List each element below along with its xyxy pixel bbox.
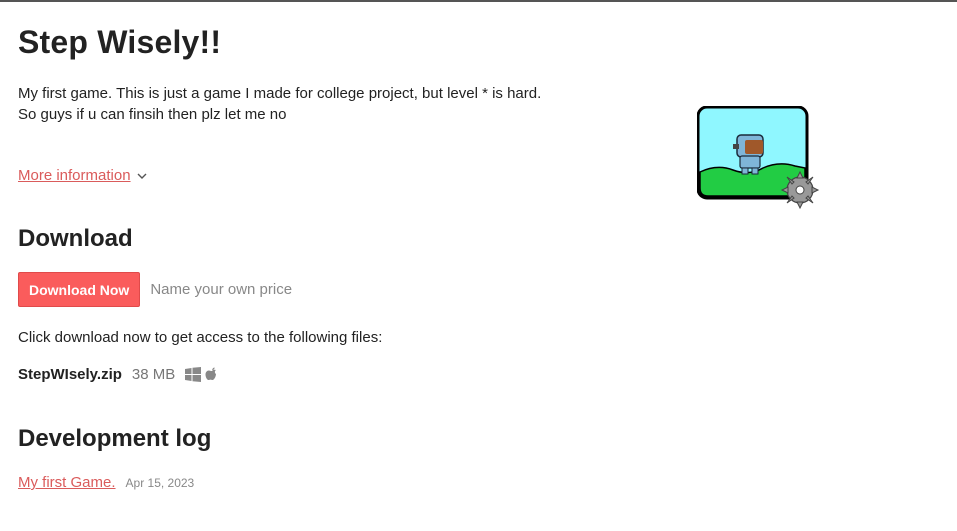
platform-icons <box>185 367 219 383</box>
apple-icon <box>205 367 217 380</box>
devlog-heading: Development log <box>18 425 212 452</box>
files-intro: Click download now to get access to the … <box>18 329 383 346</box>
more-information-label: More information <box>18 167 131 184</box>
windows-icon <box>185 367 202 382</box>
chevron-down-icon <box>137 173 147 179</box>
download-heading: Download <box>18 225 133 252</box>
file-size: 38 MB <box>131 366 176 383</box>
description-line-1: My first game. This is just a game I mad… <box>18 85 542 102</box>
devlog-entry: My first Game. Apr 15, 2023 <box>18 474 194 491</box>
file-name: StepWIsely.zip <box>18 366 122 383</box>
more-information-toggle[interactable]: More information <box>18 167 149 184</box>
devlog-entry-date: Apr 15, 2023 <box>125 476 195 490</box>
description-line-2: So guys if u can finsih then plz let me … <box>18 106 287 123</box>
game-logo-image <box>697 106 820 210</box>
download-row: Download Now Name your own price <box>18 272 292 307</box>
page-title: Step Wisely!! <box>18 24 222 60</box>
download-now-button[interactable]: Download Now <box>18 272 141 307</box>
top-border <box>0 0 957 2</box>
file-row: StepWIsely.zip 38 MB <box>18 366 219 383</box>
devlog-entry-link[interactable]: My first Game. <box>18 474 116 491</box>
game-description: My first game. This is just a game I mad… <box>18 83 541 125</box>
price-hint: Name your own price <box>150 281 293 298</box>
